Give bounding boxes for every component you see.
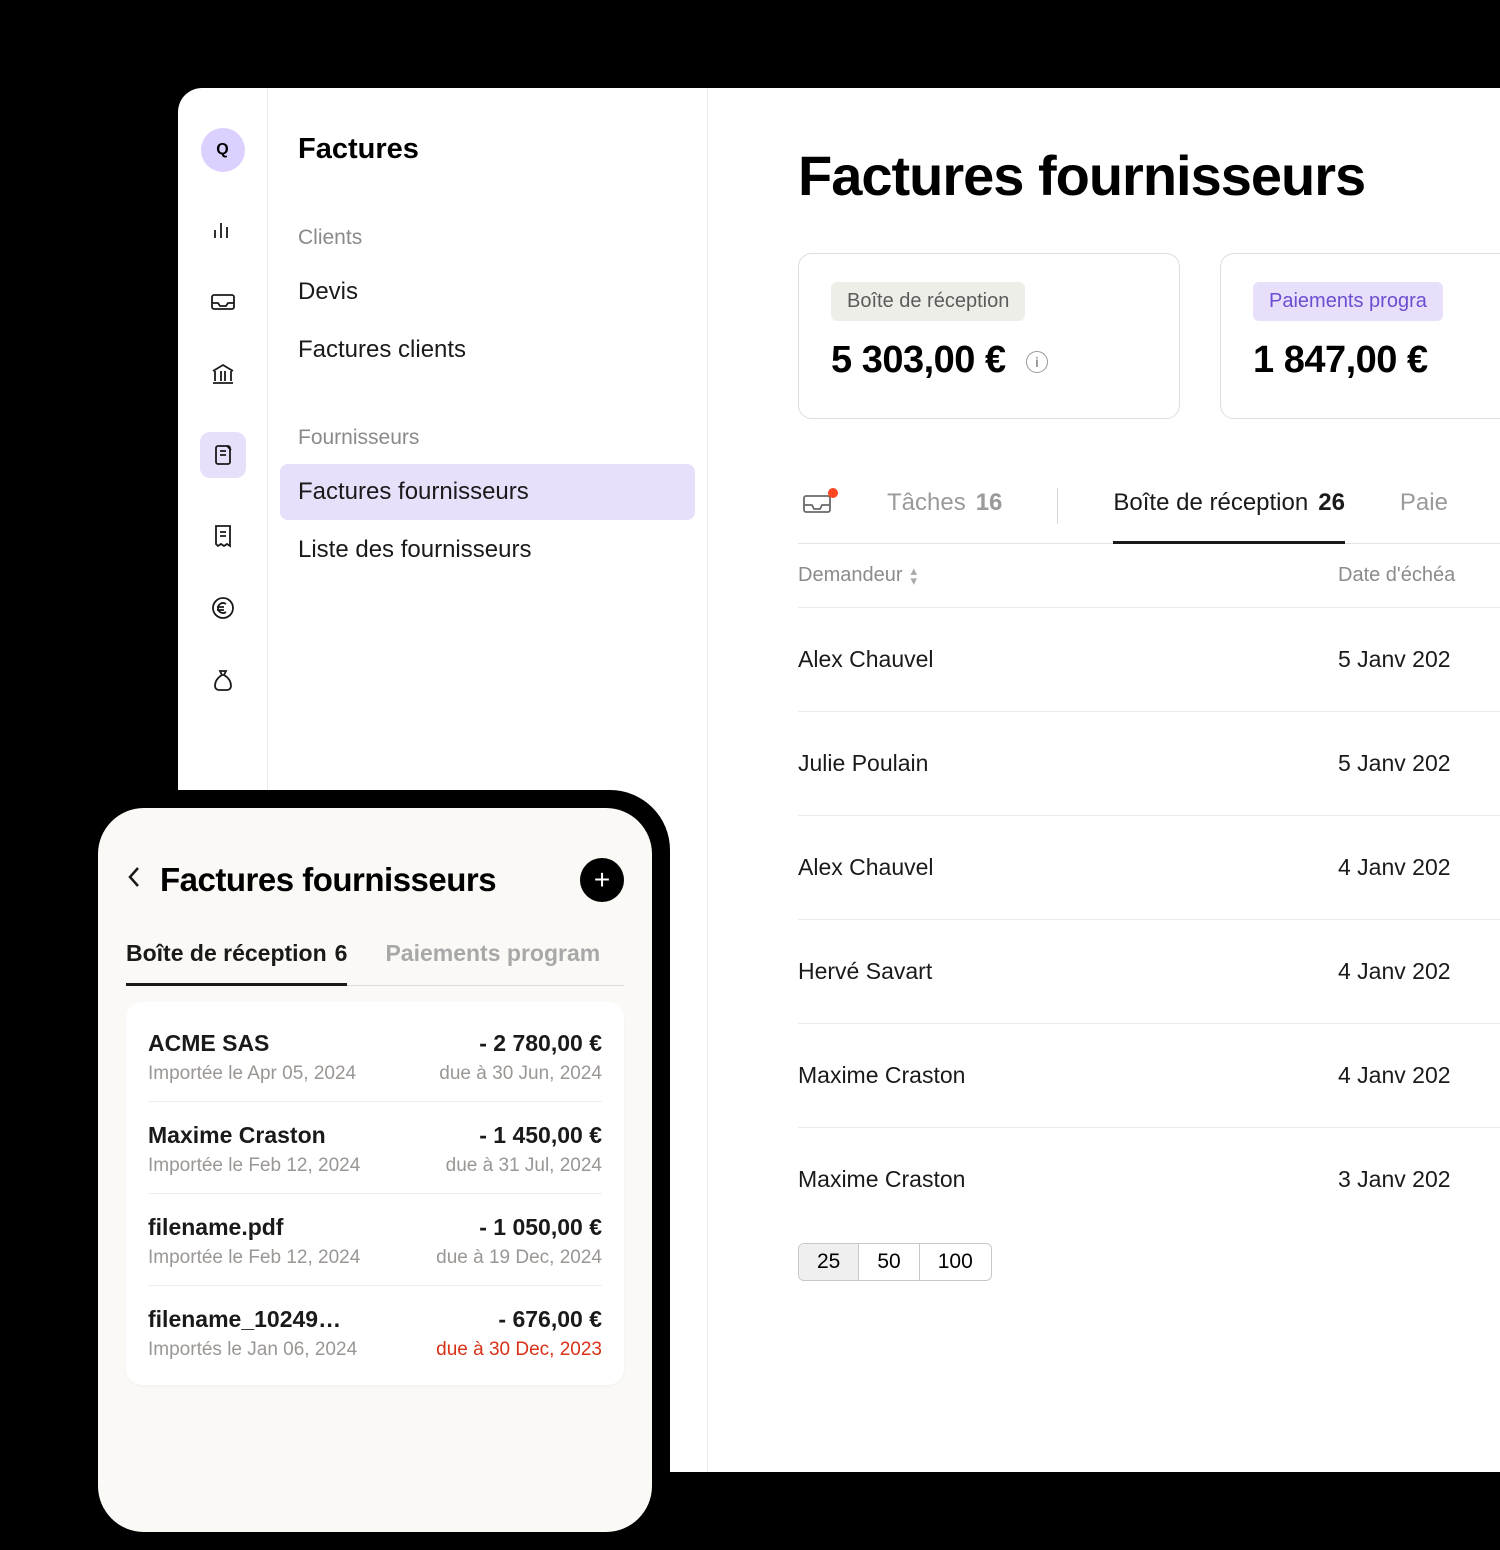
receipt-icon[interactable] bbox=[209, 522, 237, 550]
cell-due-date: 5 Janv 202 bbox=[1338, 750, 1500, 777]
sort-icon: ▴▾ bbox=[911, 566, 918, 584]
page-size-option[interactable]: 100 bbox=[920, 1244, 991, 1280]
column-due-date[interactable]: Date d'échéa bbox=[1338, 564, 1500, 587]
sidebar-group-label: Clients bbox=[298, 226, 677, 250]
cell-due-date: 4 Janv 202 bbox=[1338, 958, 1500, 985]
summary-cards: Boîte de réception 5 303,00 € i Paiement… bbox=[798, 253, 1500, 419]
sidebar-group-fournisseurs: Fournisseurs Factures fournisseurs Liste… bbox=[298, 426, 677, 578]
cell-requester: Alex Chauvel bbox=[798, 854, 1338, 881]
tabs: Tâches 16 Boîte de réception 26 Paie bbox=[798, 469, 1500, 544]
invoice-due: due à 31 Jul, 2024 bbox=[446, 1155, 602, 1177]
table-row[interactable]: Maxime Craston3 Janv 202 bbox=[798, 1127, 1500, 1231]
notification-inbox-icon[interactable] bbox=[802, 492, 832, 521]
cell-due-date: 4 Janv 202 bbox=[1338, 1062, 1500, 1089]
cell-requester: Maxime Craston bbox=[798, 1062, 1338, 1089]
table-row[interactable]: Alex Chauvel5 Janv 202 bbox=[798, 607, 1500, 711]
euro-icon[interactable] bbox=[209, 594, 237, 622]
inbox-icon[interactable] bbox=[209, 288, 237, 316]
sidebar-group-label: Fournisseurs bbox=[298, 426, 677, 450]
page-title: Factures fournisseurs bbox=[798, 143, 1500, 208]
phone-tab-inbox[interactable]: Boîte de réception6 bbox=[126, 930, 347, 986]
cell-due-date: 4 Janv 202 bbox=[1338, 854, 1500, 881]
invoices-icon[interactable] bbox=[200, 432, 246, 478]
invoice-amount: - 1 450,00 € bbox=[479, 1122, 602, 1149]
card-inbox[interactable]: Boîte de réception 5 303,00 € i bbox=[798, 253, 1180, 419]
card-scheduled-label: Paiements progra bbox=[1253, 282, 1443, 321]
phone-header: Factures fournisseurs + bbox=[126, 858, 624, 902]
invoice-imported: Importée le Apr 05, 2024 bbox=[148, 1063, 356, 1085]
card-inbox-amount: 5 303,00 € i bbox=[831, 339, 1147, 382]
phone-page-title: Factures fournisseurs bbox=[160, 861, 562, 899]
workspace-logo[interactable]: Q bbox=[201, 128, 245, 172]
add-button[interactable]: + bbox=[580, 858, 624, 902]
phone-tab-scheduled[interactable]: Paiements program bbox=[385, 930, 600, 986]
cell-requester: Maxime Craston bbox=[798, 1166, 1338, 1193]
sidebar-heading: Factures bbox=[298, 133, 677, 166]
sidebar-item-factures-fournisseurs[interactable]: Factures fournisseurs bbox=[280, 464, 695, 520]
table-row[interactable]: Hervé Savart4 Janv 202 bbox=[798, 919, 1500, 1023]
phone-invoice-row[interactable]: Maxime Craston - 1 450,00 € Importée le Fe… bbox=[148, 1102, 602, 1194]
invoice-name: filename.pdf bbox=[148, 1214, 283, 1241]
phone-invoice-list: ACME SAS - 2 780,00 € Importée le Apr 05, … bbox=[126, 1002, 624, 1385]
table-row[interactable]: Alex Chauvel4 Janv 202 bbox=[798, 815, 1500, 919]
table-row[interactable]: Julie Poulain5 Janv 202 bbox=[798, 711, 1500, 815]
table-row[interactable]: Maxime Craston4 Janv 202 bbox=[798, 1023, 1500, 1127]
cell-requester: Alex Chauvel bbox=[798, 646, 1338, 673]
phone-tabs: Boîte de réception6 Paiements program bbox=[126, 930, 624, 986]
cell-requester: Julie Poulain bbox=[798, 750, 1338, 777]
main-content: Factures fournisseurs Boîte de réception… bbox=[708, 88, 1500, 1472]
invoice-name: Maxime Craston bbox=[148, 1122, 326, 1149]
column-requester[interactable]: Demandeur ▴▾ bbox=[798, 564, 1338, 587]
phone-invoice-row[interactable]: filename_10249… - 676,00 € Importés le Jan… bbox=[148, 1286, 602, 1377]
phone-invoice-row[interactable]: filename.pdf - 1 050,00 € Importée le Feb … bbox=[148, 1194, 602, 1286]
invoice-amount: - 1 050,00 € bbox=[479, 1214, 602, 1241]
sidebar-item-liste-fournisseurs[interactable]: Liste des fournisseurs bbox=[280, 522, 695, 578]
phone-screen: Factures fournisseurs + Boîte de récepti… bbox=[98, 808, 652, 1532]
tab-inbox[interactable]: Boîte de réception 26 bbox=[1113, 469, 1345, 544]
info-icon[interactable]: i bbox=[1026, 351, 1048, 373]
sidebar-item-devis[interactable]: Devis bbox=[280, 264, 695, 320]
invoice-amount: - 676,00 € bbox=[498, 1306, 602, 1333]
cell-requester: Hervé Savart bbox=[798, 958, 1338, 985]
card-scheduled-amount: 1 847,00 € bbox=[1253, 339, 1500, 382]
sidebar-item-factures-clients[interactable]: Factures clients bbox=[280, 322, 695, 378]
tab-payments[interactable]: Paie bbox=[1400, 469, 1448, 544]
card-inbox-label: Boîte de réception bbox=[831, 282, 1025, 321]
table-header: Demandeur ▴▾ Date d'échéa bbox=[798, 544, 1500, 607]
invoice-imported: Importée le Feb 12, 2024 bbox=[148, 1155, 360, 1177]
phone-device: Factures fournisseurs + Boîte de récepti… bbox=[80, 790, 670, 1550]
invoice-amount: - 2 780,00 € bbox=[479, 1030, 602, 1057]
notification-dot-icon bbox=[828, 488, 838, 498]
invoice-name: ACME SAS bbox=[148, 1030, 269, 1057]
invoice-name: filename_10249… bbox=[148, 1306, 341, 1333]
card-scheduled[interactable]: Paiements progra 1 847,00 € bbox=[1220, 253, 1500, 419]
invoice-imported: Importée le Feb 12, 2024 bbox=[148, 1247, 360, 1269]
bank-icon[interactable] bbox=[209, 360, 237, 388]
sidebar-group-clients: Clients Devis Factures clients bbox=[298, 226, 677, 378]
cell-due-date: 3 Janv 202 bbox=[1338, 1166, 1500, 1193]
invoice-imported: Importés le Jan 06, 2024 bbox=[148, 1339, 357, 1361]
pagination: 25 50 100 bbox=[798, 1243, 992, 1281]
invoice-due: due à 19 Dec, 2024 bbox=[436, 1247, 602, 1269]
cell-due-date: 5 Janv 202 bbox=[1338, 646, 1500, 673]
tab-separator bbox=[1057, 488, 1058, 524]
page-size-option[interactable]: 25 bbox=[799, 1244, 859, 1280]
money-bag-icon[interactable] bbox=[209, 666, 237, 694]
invoice-due: due à 30 Dec, 2023 bbox=[436, 1339, 602, 1361]
phone-invoice-row[interactable]: ACME SAS - 2 780,00 € Importée le Apr 05, … bbox=[148, 1010, 602, 1102]
table-body: Alex Chauvel5 Janv 202Julie Poulain5 Jan… bbox=[798, 607, 1500, 1231]
tab-tasks[interactable]: Tâches 16 bbox=[887, 469, 1002, 544]
analytics-icon[interactable] bbox=[209, 216, 237, 244]
page-size-option[interactable]: 50 bbox=[859, 1244, 919, 1280]
invoice-due: due à 30 Jun, 2024 bbox=[439, 1063, 602, 1085]
back-icon[interactable] bbox=[126, 865, 142, 896]
